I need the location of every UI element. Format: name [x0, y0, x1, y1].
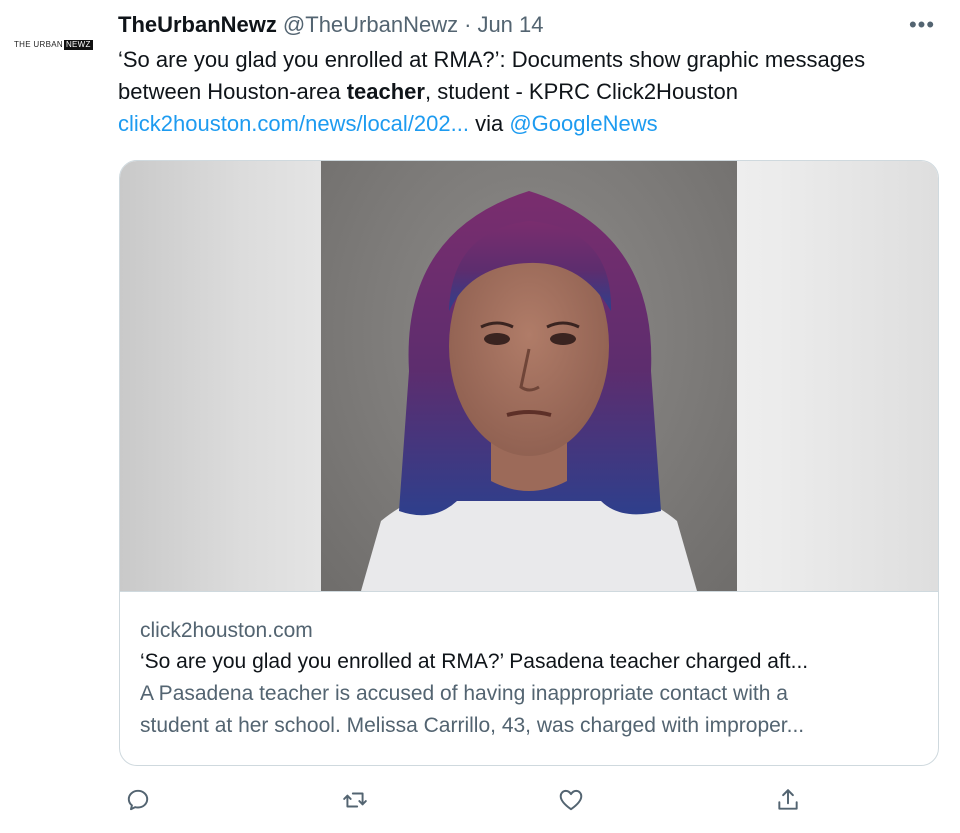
logo-text-the-urban: THE URBAN	[14, 40, 63, 49]
tweet-actions	[118, 780, 808, 820]
reply-icon	[127, 789, 149, 811]
card-description-line1: A Pasadena teacher is accused of having …	[140, 682, 788, 705]
tweet-text: ‘So are you glad you enrolled at RMA?’: …	[118, 44, 948, 140]
card-title: ‘So are you glad you enrolled at RMA?’ P…	[140, 650, 809, 673]
like-button[interactable]	[551, 780, 591, 820]
tweet-date[interactable]: Jun 14	[477, 12, 543, 38]
via-text: via	[475, 111, 504, 136]
tweet[interactable]: THE URBAN NEWZ TheUrbanNewz @TheUrbanNew…	[0, 0, 960, 833]
card-domain: click2houston.com	[140, 619, 313, 642]
logo-text-newz: NEWZ	[63, 40, 93, 50]
more-options-icon[interactable]: •••	[902, 8, 942, 42]
mention-link[interactable]: @GoogleNews	[509, 111, 657, 136]
tweet-text-bold: teacher	[346, 79, 425, 104]
header-separator: ·	[464, 12, 472, 37]
card-description-line2: student at her school. Melissa Carrillo,…	[140, 714, 805, 737]
mugshot-photo	[321, 161, 737, 591]
avatar[interactable]: THE URBAN NEWZ	[14, 30, 104, 60]
retweet-button[interactable]	[335, 780, 375, 820]
urban-newz-logo: THE URBAN NEWZ	[14, 40, 93, 50]
reply-button[interactable]	[118, 780, 158, 820]
share-button[interactable]	[768, 780, 808, 820]
tweet-text-part2: , student - KPRC Click2Houston	[424, 79, 739, 104]
user-handle[interactable]: @TheUrbanNewz	[283, 12, 458, 38]
like-icon	[560, 789, 583, 811]
card-body: click2houston.com ‘So are you glad you e…	[120, 592, 938, 742]
link-preview-card[interactable]: click2houston.com ‘So are you glad you e…	[119, 160, 939, 766]
display-name[interactable]: TheUrbanNewz	[118, 12, 277, 38]
tweet-header: TheUrbanNewz @TheUrbanNewz · Jun 14 •••	[118, 8, 942, 42]
retweet-icon	[342, 792, 367, 808]
mugshot-illustration	[361, 191, 697, 591]
article-link[interactable]: click2houston.com/news/local/202...	[118, 111, 469, 136]
card-image[interactable]	[120, 161, 938, 592]
share-icon	[778, 789, 798, 810]
